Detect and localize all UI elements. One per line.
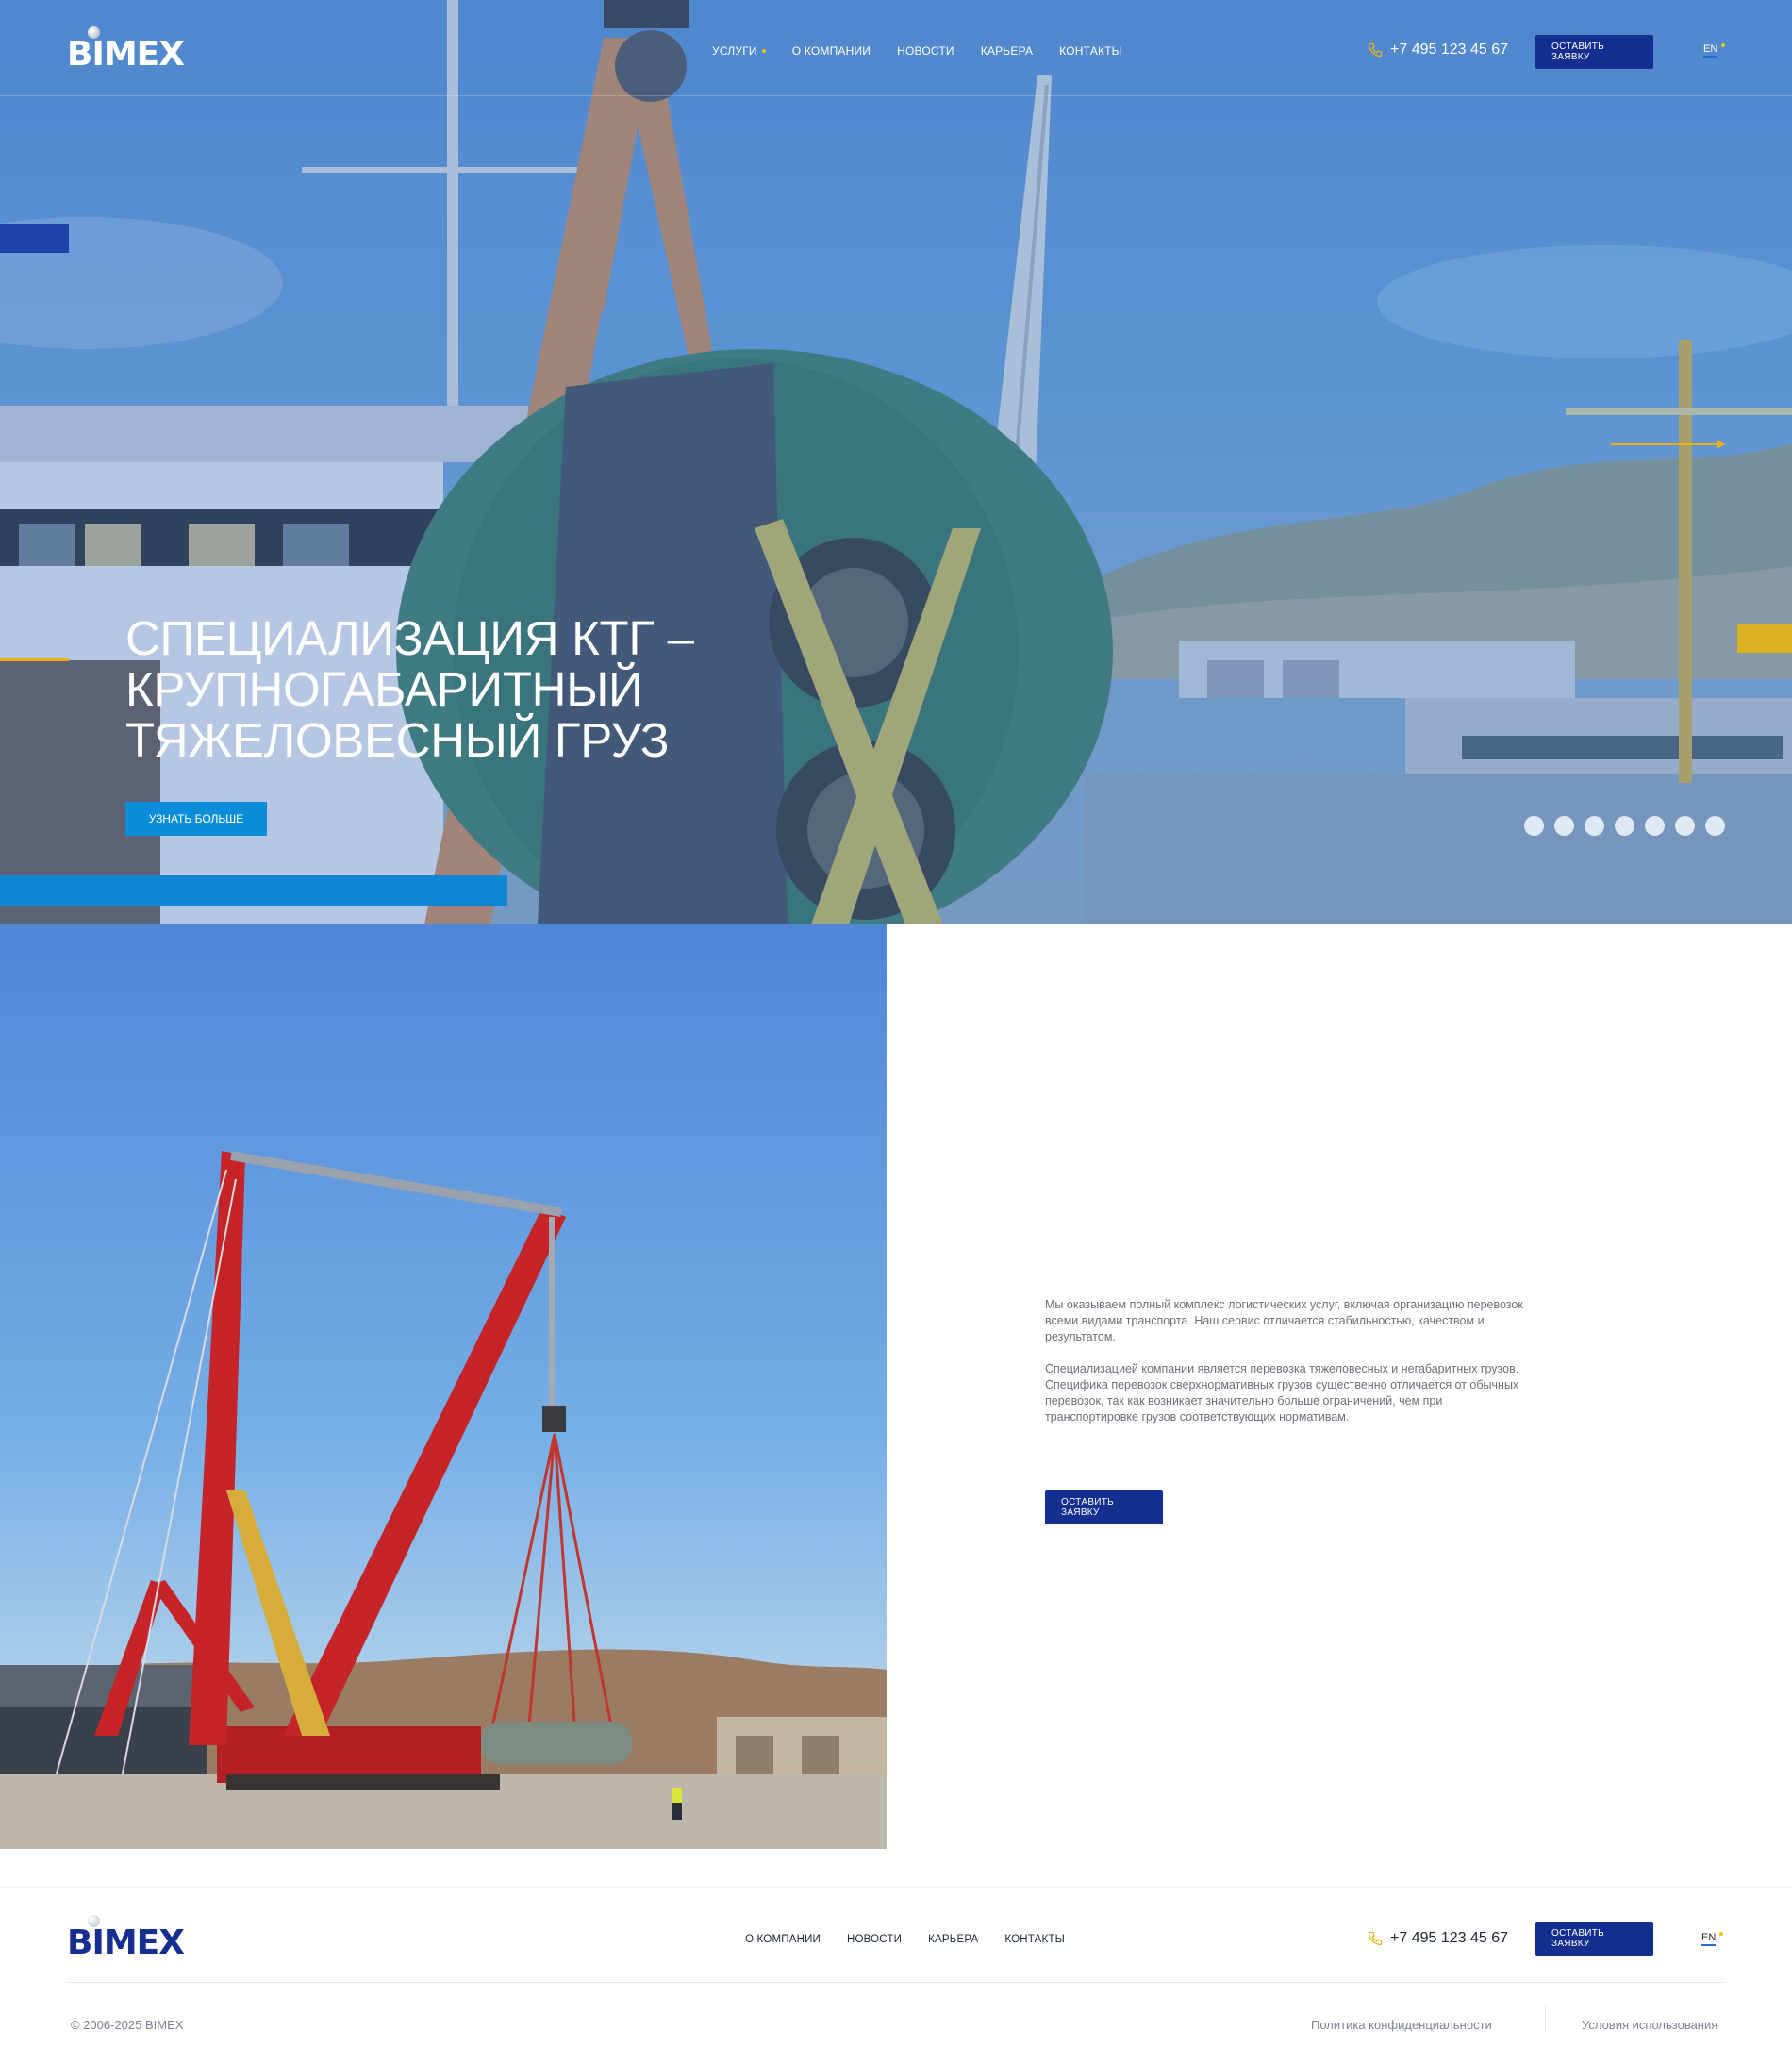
phone-icon: [1368, 1931, 1383, 1946]
legal-separator: [1545, 2005, 1546, 2031]
learn-more-button[interactable]: УЗНАТЬ БОЛЬШЕ: [125, 802, 267, 836]
about-paragraph-1: Мы оказываем полный комплекс логистическ…: [1045, 1298, 1523, 1343]
footer-request-button[interactable]: ОСТАВИТЬ ЗАЯВКУ: [1535, 1922, 1653, 1956]
arrow-right-icon[interactable]: [1717, 440, 1725, 449]
slider-dot[interactable]: [1705, 816, 1725, 836]
main-nav: УСЛУГИ О КОМПАНИИ НОВОСТИ КАРЬЕРА КОНТАК…: [712, 44, 1122, 58]
terms-of-use-link[interactable]: Условия использования: [1582, 2018, 1717, 2032]
nav-news-label: НОВОСТИ: [897, 44, 954, 58]
learn-more-button-label: УЗНАТЬ БОЛЬШЕ: [148, 812, 244, 825]
slider-dot[interactable]: [1524, 816, 1544, 836]
logo-text: BIMEX: [67, 35, 185, 74]
footer-nav: О КОМПАНИИ НОВОСТИ КАРЬЕРА КОНТАКТЫ: [745, 1934, 1065, 1945]
footer-language-label: EN: [1701, 1932, 1717, 1946]
slider-pagination: [1524, 816, 1725, 836]
footer-nav-contacts-label: КОНТАКТЫ: [1004, 1934, 1065, 1945]
footer-top-divider: [0, 1887, 1792, 1888]
nav-services-label: УСЛУГИ: [712, 44, 757, 58]
footer-phone-link[interactable]: +7 495 123 45 67: [1368, 1930, 1508, 1947]
footer-nav-news-label: НОВОСТИ: [847, 1934, 903, 1945]
accent-bar-yellow: [1737, 624, 1792, 653]
next-slide-arrow-line[interactable]: [1611, 443, 1724, 445]
about-text: Мы оказываем полный комплекс логистическ…: [1045, 1297, 1535, 1441]
language-label: EN: [1703, 43, 1718, 58]
nav-contacts-label: КОНТАКТЫ: [1059, 44, 1122, 58]
about-crane-image: [0, 924, 887, 1849]
about-request-button-label: ОСТАВИТЬ ЗАЯВКУ: [1061, 1497, 1115, 1518]
accent-line-yellow: [0, 658, 69, 661]
nav-career-label: КАРЬЕРА: [980, 44, 1034, 58]
about-request-button[interactable]: ОСТАВИТЬ ЗАЯВКУ: [1045, 1490, 1163, 1524]
footer-nav-about-label: О КОМПАНИИ: [745, 1934, 821, 1945]
hero-slider: BIMEX УСЛУГИ О КОМПАНИИ НОВОСТИ КАРЬЕРА …: [0, 0, 1792, 924]
privacy-policy-link[interactable]: Политика конфиденциальности: [1311, 2018, 1492, 2032]
site-header: BIMEX УСЛУГИ О КОМПАНИИ НОВОСТИ КАРЬЕРА …: [0, 0, 1792, 96]
hero-title-line-1: СПЕЦИАЛИЗАЦИЯ КТГ –: [125, 611, 694, 665]
footer-nav-career[interactable]: КАРЬЕРА: [928, 1934, 978, 1945]
nav-contacts[interactable]: КОНТАКТЫ: [1059, 44, 1121, 58]
copyright: © 2006-2025 BIMEX: [71, 2018, 184, 2032]
logo[interactable]: BIMEX: [67, 26, 185, 74]
footer-nav-contacts[interactable]: КОНТАКТЫ: [1004, 1934, 1065, 1945]
about-paragraph-2: Специализацией компании является перевоз…: [1045, 1362, 1519, 1424]
footer-request-button-label: ОСТАВИТЬ ЗАЯВКУ: [1551, 1928, 1605, 1949]
footer-nav-about[interactable]: О КОМПАНИИ: [745, 1934, 821, 1945]
footer-divider: [67, 1982, 1725, 1983]
logo-sphere-icon: [88, 26, 100, 39]
footer-phone-number: +7 495 123 45 67: [1390, 1930, 1509, 1946]
nav-about[interactable]: О КОМПАНИИ: [792, 44, 871, 58]
language-dropdown-icon: [1719, 1932, 1724, 1936]
hero-title-line-3: ТЯЖЕЛОВЕСНЫЙ ГРУЗ: [125, 713, 670, 767]
language-switcher[interactable]: EN: [1703, 43, 1726, 58]
nav-news[interactable]: НОВОСТИ: [897, 44, 954, 58]
slider-dot[interactable]: [1645, 816, 1665, 836]
logo-sphere-icon: [88, 1915, 100, 1927]
header-phone-link[interactable]: +7 495 123 45 67: [1368, 42, 1508, 58]
slider-dot[interactable]: [1585, 816, 1604, 836]
accent-bar-navy: [0, 224, 69, 253]
accent-bar-blue: [0, 875, 507, 906]
footer-logo[interactable]: BIMEX: [67, 1915, 185, 1962]
header-request-button[interactable]: ОСТАВИТЬ ЗАЯВКУ: [1535, 35, 1653, 69]
footer-logo-text: BIMEX: [67, 1923, 185, 1962]
footer-language-switcher[interactable]: EN: [1701, 1932, 1724, 1946]
nav-career[interactable]: КАРЬЕРА: [981, 44, 1033, 58]
header-request-button-label: ОСТАВИТЬ ЗАЯВКУ: [1551, 42, 1605, 62]
slider-dot[interactable]: [1675, 816, 1695, 836]
phone-icon: [1368, 42, 1383, 58]
footer-nav-career-label: КАРЬЕРА: [928, 1934, 979, 1945]
header-phone-number: +7 495 123 45 67: [1390, 42, 1509, 58]
dropdown-dot-icon: [761, 49, 766, 53]
hero-color-overlay: [0, 0, 1792, 924]
nav-services[interactable]: УСЛУГИ: [712, 44, 766, 58]
hero-title: СПЕЦИАЛИЗАЦИЯ КТГ – КРУПНОГАБАРИТНЫЙ ТЯЖ…: [125, 613, 786, 766]
nav-about-label: О КОМПАНИИ: [791, 44, 871, 58]
footer-nav-news[interactable]: НОВОСТИ: [847, 1934, 902, 1945]
slider-dot[interactable]: [1615, 816, 1634, 836]
slider-dot[interactable]: [1554, 816, 1574, 836]
hero-title-line-2: КРУПНОГАБАРИТНЫЙ: [125, 662, 643, 716]
language-dropdown-icon: [1721, 43, 1726, 47]
crane-illustration: [0, 1151, 887, 1849]
